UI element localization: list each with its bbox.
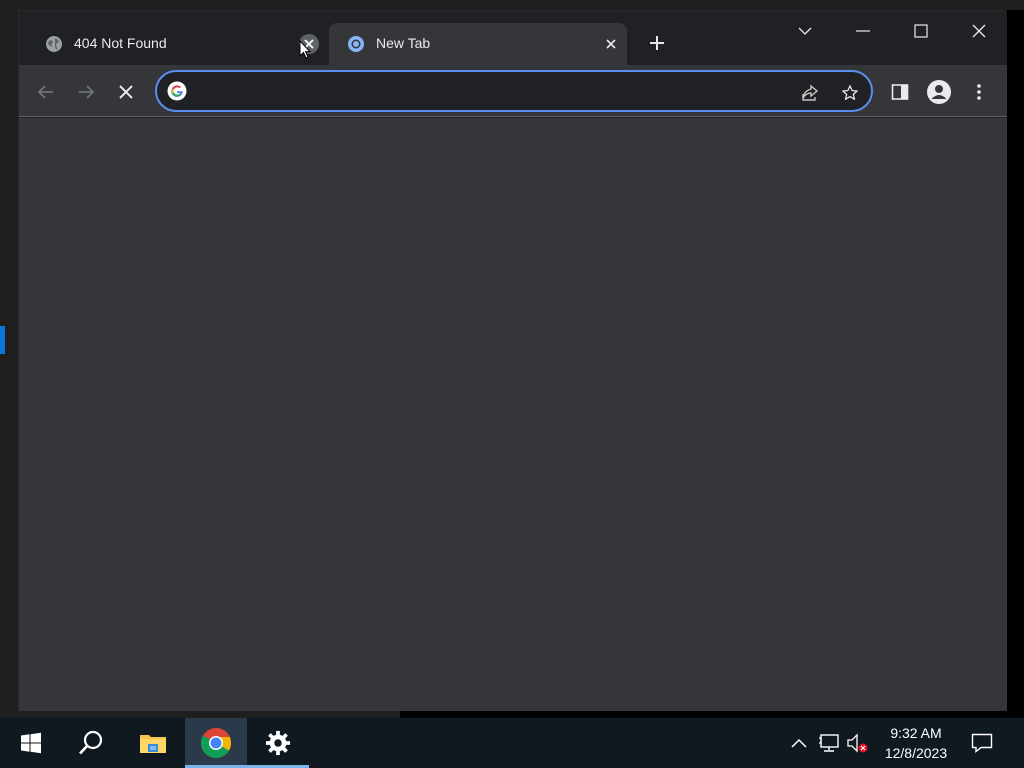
close-tab-icon[interactable] xyxy=(601,34,621,54)
background-window-accent xyxy=(0,326,5,354)
background-window-strip xyxy=(400,0,1024,10)
forward-button[interactable] xyxy=(71,77,101,107)
tab-search-button[interactable] xyxy=(777,11,833,51)
show-hidden-icons-button[interactable] xyxy=(788,732,810,754)
file-explorer-icon xyxy=(140,735,166,753)
close-window-button[interactable] xyxy=(951,11,1007,51)
address-bar[interactable] xyxy=(155,70,873,112)
maximize-icon xyxy=(914,24,928,38)
chrome-icon xyxy=(347,35,365,53)
star-icon xyxy=(842,85,858,100)
clock-date: 12/8/2023 xyxy=(884,745,948,761)
network-button[interactable] xyxy=(818,732,840,754)
side-panel-button[interactable] xyxy=(885,77,915,107)
browser-window: 404 Not Found New Tab xyxy=(18,10,1007,711)
taskbar: 9:32 AM 12/8/2023 xyxy=(0,718,1024,768)
share-button[interactable] xyxy=(797,80,823,106)
taskbar-search-button[interactable] xyxy=(60,718,122,768)
share-icon xyxy=(802,84,819,101)
back-button[interactable] xyxy=(31,77,61,107)
tab-search-icon xyxy=(798,27,812,35)
new-tab-button[interactable] xyxy=(643,29,671,57)
maximize-button[interactable] xyxy=(893,11,949,51)
page-content xyxy=(19,118,1007,711)
profile-icon xyxy=(927,80,951,104)
tab-404-not-found[interactable]: 404 Not Found xyxy=(27,23,327,65)
profile-button[interactable] xyxy=(924,77,954,107)
side-panel-icon xyxy=(891,84,909,100)
google-icon xyxy=(167,81,187,101)
windows-start-icon xyxy=(21,732,41,754)
file-explorer-button[interactable] xyxy=(122,718,184,768)
taskbar-clock[interactable]: 9:32 AM 12/8/2023 xyxy=(874,723,958,763)
network-icon xyxy=(819,734,839,752)
search-icon xyxy=(79,730,103,755)
browser-menu-button[interactable] xyxy=(964,77,994,107)
address-input[interactable] xyxy=(199,80,779,102)
bookmark-button[interactable] xyxy=(837,80,863,106)
action-center-button[interactable] xyxy=(962,730,1002,756)
tab-strip: 404 Not Found New Tab xyxy=(19,11,1007,65)
tab-new-tab[interactable]: New Tab xyxy=(329,23,627,65)
volume-button[interactable] xyxy=(846,732,868,754)
plus-icon xyxy=(650,36,664,50)
stop-loading-button[interactable] xyxy=(111,77,141,107)
chevron-up-icon xyxy=(791,738,807,748)
back-arrow-icon xyxy=(37,85,53,99)
minimize-icon xyxy=(856,30,870,32)
browser-toolbar xyxy=(19,65,1007,117)
chrome-icon xyxy=(200,727,232,759)
notification-icon xyxy=(971,733,993,753)
globe-icon xyxy=(45,35,63,53)
settings-taskbar-button[interactable] xyxy=(247,718,309,768)
minimize-button[interactable] xyxy=(835,11,891,51)
stop-loading-icon xyxy=(119,85,133,99)
settings-icon xyxy=(265,730,291,756)
forward-arrow-icon xyxy=(79,85,95,99)
volume-muted-icon xyxy=(847,733,868,753)
kebab-menu-icon xyxy=(977,84,981,100)
start-button[interactable] xyxy=(0,718,62,768)
mouse-cursor-icon xyxy=(299,40,311,59)
close-icon xyxy=(972,24,986,38)
clock-time: 9:32 AM xyxy=(890,725,942,741)
chrome-taskbar-button[interactable] xyxy=(185,718,247,768)
tab-title: New Tab xyxy=(376,35,431,51)
tab-title: 404 Not Found xyxy=(74,35,167,51)
